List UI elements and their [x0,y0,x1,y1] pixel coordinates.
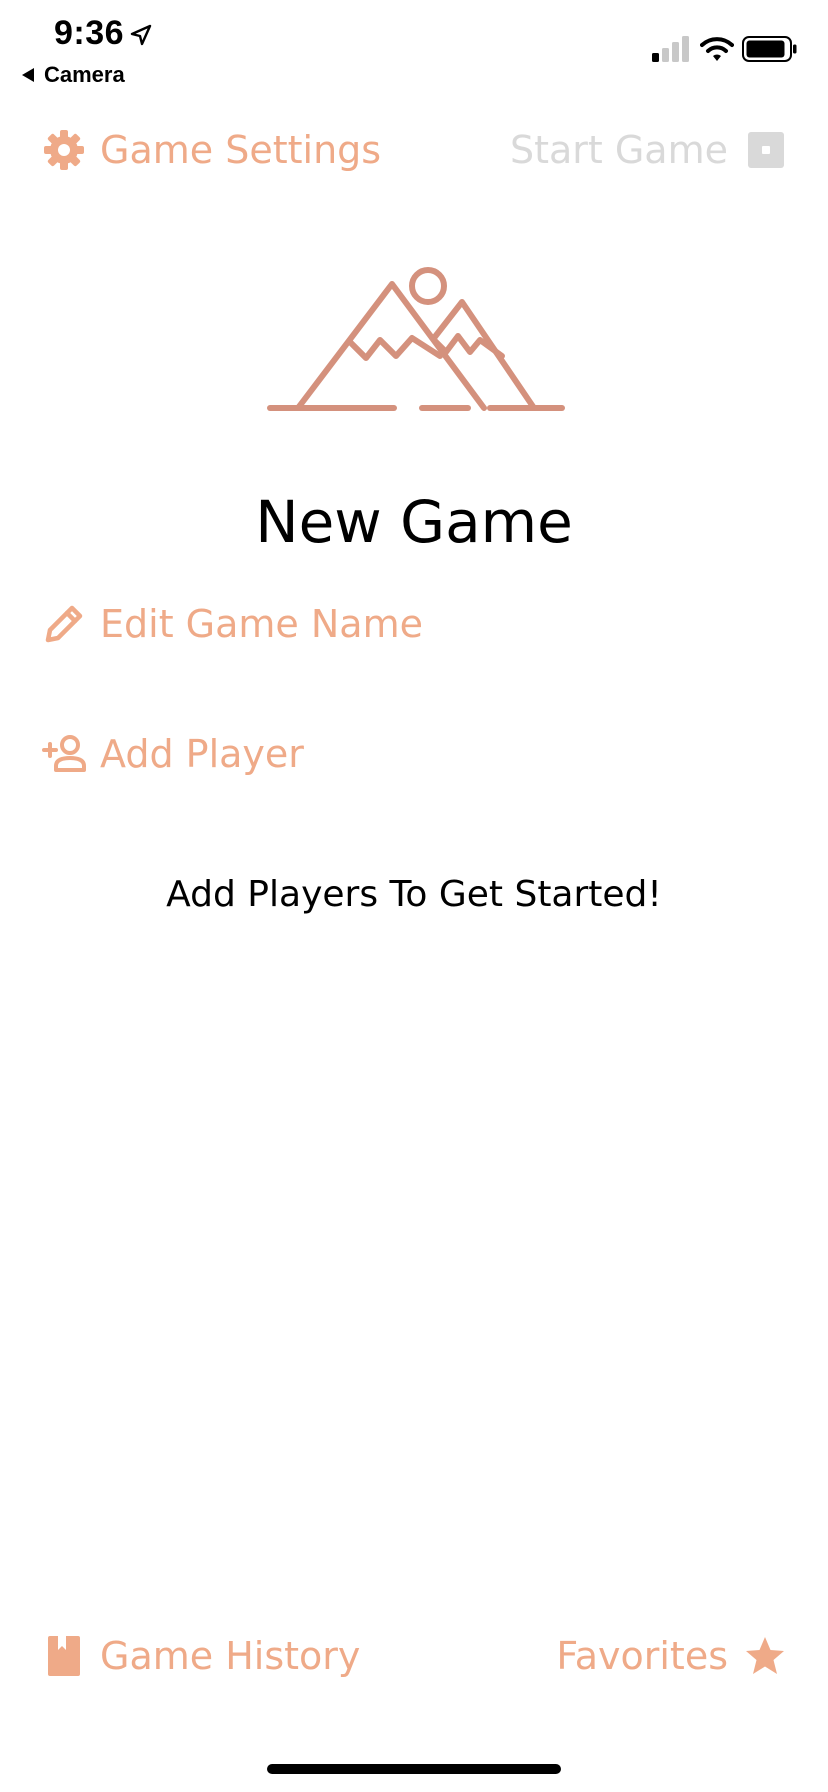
bottom-bar: Game History Favorites [0,1630,828,1690]
status-bar: 9:36 Camera [0,0,828,92]
location-arrow-icon [130,24,152,46]
game-history-label: Game History [100,1634,361,1678]
book-icon [48,1636,80,1676]
back-to-camera-button[interactable]: Camera [22,62,125,88]
game-title: New Game [255,488,573,556]
game-settings-button[interactable]: Game Settings [42,128,381,172]
edit-game-name-label: Edit Game Name [100,602,423,646]
start-game-label: Start Game [509,128,728,172]
stop-square-icon [748,132,784,168]
favorites-button[interactable]: Favorites [556,1634,786,1678]
game-history-button[interactable]: Game History [46,1634,360,1678]
empty-players-hint: Add Players To Get Started! [166,874,662,915]
add-player-label: Add Player [100,732,304,776]
add-person-icon [42,735,86,772]
top-bar: Game Settings Start Game [0,120,828,180]
start-game-button[interactable]: Start Game [510,128,784,172]
favorites-label: Favorites [556,1634,728,1678]
status-time: 9:36 [54,14,125,52]
battery-icon [742,36,797,62]
mountain-sun-icon [267,267,565,411]
game-settings-label: Game Settings [100,128,382,172]
star-icon [746,1637,784,1674]
add-player-button[interactable]: Add Player [42,732,304,776]
edit-game-name-button[interactable]: Edit Game Name [42,602,423,646]
home-indicator [267,1764,561,1774]
back-arrow-icon [22,68,34,82]
wifi-icon [700,37,734,61]
back-label: Camera [44,62,125,87]
cellular-signal-icon [652,36,689,62]
gear-icon [44,130,84,170]
pencil-icon [45,605,83,643]
